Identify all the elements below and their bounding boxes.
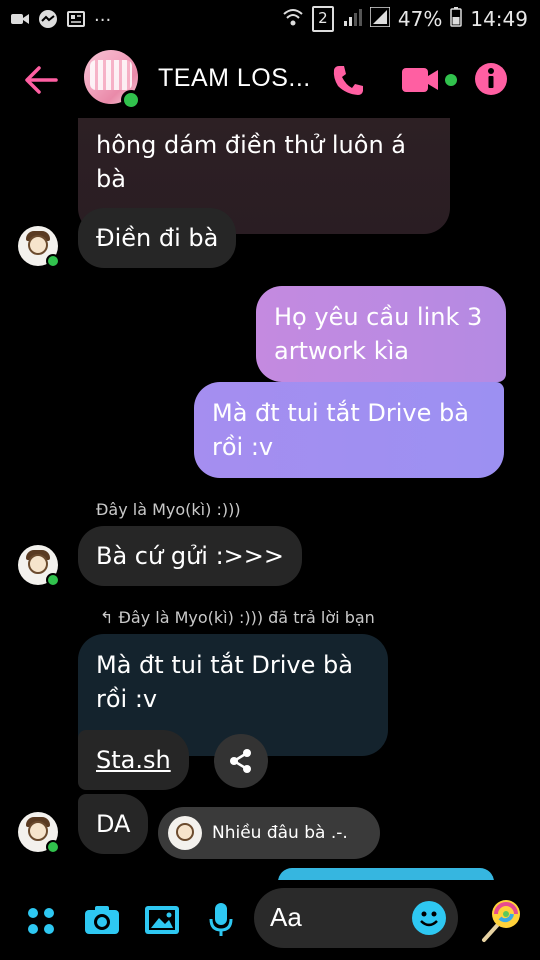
info-icon[interactable] [474, 62, 508, 100]
reply-header: ↰ Đây là Myo(kì) :))) đã trả lời bạn [100, 608, 375, 627]
video-call-icon[interactable] [402, 66, 460, 100]
lollipop-icon[interactable] [478, 898, 522, 948]
message-incoming-4[interactable]: DA [78, 794, 149, 854]
wifi-icon [282, 7, 304, 32]
share-icon[interactable] [214, 734, 268, 788]
messenger-icon [38, 9, 58, 29]
avatar [168, 816, 202, 850]
online-indicator [46, 840, 60, 854]
signal-icon-2 [369, 5, 391, 32]
battery-percent: 47% [397, 7, 443, 31]
online-indicator [46, 573, 60, 587]
apps-icon[interactable] [26, 906, 56, 940]
phone-icon[interactable] [330, 62, 366, 102]
image-icon[interactable] [144, 904, 180, 940]
status-bar: ... 2 47% 14:49 [0, 0, 540, 38]
signal-icon-1 [342, 7, 362, 32]
message-incoming-3[interactable]: Bà cứ gửi :>>> [78, 526, 302, 586]
sim-badge: 2 [311, 6, 334, 32]
emoji-icon[interactable] [412, 901, 446, 935]
chat-header: TEAM LOS... [0, 38, 540, 120]
online-indicator [121, 90, 141, 110]
message-input[interactable]: Aa [254, 888, 458, 948]
newspaper-icon [66, 9, 86, 29]
more-notifications: ... [94, 5, 112, 26]
message-outgoing-1[interactable]: Họ yêu cầu link 3 artwork kìa [256, 286, 506, 382]
message-outgoing-2[interactable]: Mà đt tui tắt Drive bà rồi :v [194, 382, 504, 478]
clock: 14:49 [470, 7, 528, 31]
back-arrow-icon[interactable] [22, 60, 62, 100]
sender-name: Đây là Myo(kì) :))) [96, 500, 241, 519]
battery-icon [450, 6, 463, 32]
reply-arrow-icon: ↰ [100, 608, 119, 627]
video-camera-icon [10, 9, 30, 29]
composer-bar: Aa [0, 880, 540, 960]
link-sta-sh[interactable]: Sta.sh [78, 730, 189, 790]
camera-icon[interactable] [84, 904, 120, 940]
online-indicator [46, 254, 60, 268]
message-incoming-2[interactable]: Điền đi bà [78, 208, 237, 268]
reply-preview-chip[interactable]: Nhiều đâu bà .-. [158, 807, 380, 859]
mic-icon[interactable] [208, 902, 234, 942]
chat-title[interactable]: TEAM LOS... [158, 64, 311, 93]
